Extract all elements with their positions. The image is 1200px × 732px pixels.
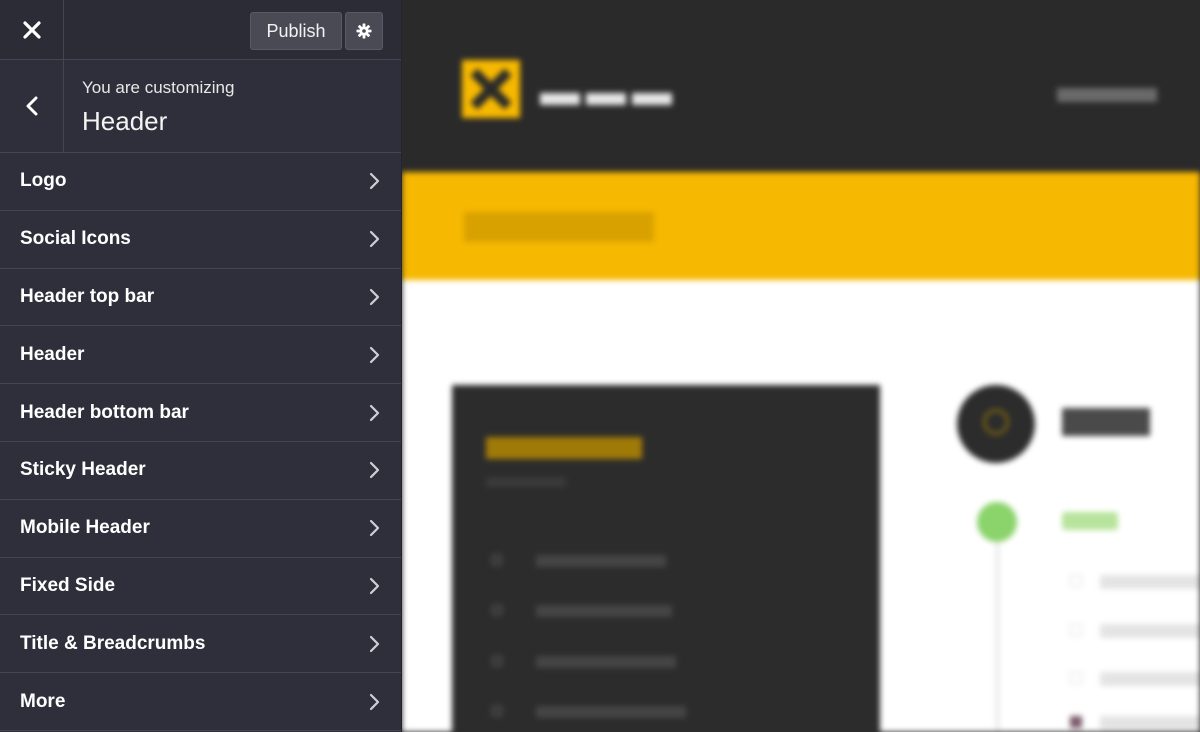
preview-page-body: [402, 280, 1200, 732]
preview-timeline-line: [996, 542, 999, 732]
chevron-right-icon: [369, 520, 380, 537]
menu-item-more[interactable]: More: [0, 673, 401, 731]
preview-sidebar-widget: [452, 385, 880, 732]
menu-item-label: Header: [20, 343, 85, 365]
site-logo-wordmark: ▬▬▬: [540, 70, 678, 114]
preview-title-banner: [402, 172, 1200, 280]
chevron-left-icon: [26, 96, 37, 116]
menu-item-label: Logo: [20, 170, 67, 192]
menu-item-header-top-bar[interactable]: Header top bar: [0, 269, 401, 327]
menu-item-header[interactable]: Header: [0, 326, 401, 385]
customizer-sidebar: Publish You are customizing Header Logo …: [0, 0, 402, 732]
chevron-right-icon: [369, 346, 380, 363]
chevron-right-icon: [369, 173, 380, 190]
menu-item-label: Mobile Header: [20, 517, 150, 539]
chevron-right-icon: [369, 404, 380, 421]
menu-item-header-bottom-bar[interactable]: Header bottom bar: [0, 384, 401, 442]
preview-status-badge: [1062, 512, 1118, 530]
preview-widget-title-placeholder: [486, 437, 642, 459]
preview-site-header: ▬▬▬: [402, 0, 1200, 172]
menu-item-label: Social Icons: [20, 228, 131, 250]
preview-banner-title-placeholder: [464, 212, 654, 242]
menu-item-fixed-side[interactable]: Fixed Side: [0, 558, 401, 616]
chevron-right-icon: [369, 693, 380, 710]
section-title: Header: [82, 106, 168, 136]
chevron-right-icon: [369, 635, 380, 652]
menu-item-social-icons[interactable]: Social Icons: [0, 211, 401, 269]
site-logo-icon: [462, 60, 520, 118]
breadcrumb: You are customizing Header: [0, 60, 401, 153]
chevron-right-icon: [369, 231, 380, 248]
menu-item-label: Header bottom bar: [20, 401, 189, 423]
close-icon: [22, 20, 41, 39]
preview-name-placeholder: [1062, 408, 1150, 436]
menu-item-title-breadcrumbs[interactable]: Title & Breadcrumbs: [0, 615, 401, 674]
publish-settings-button[interactable]: [345, 12, 383, 50]
menu-item-mobile-header[interactable]: Mobile Header: [0, 500, 401, 558]
preview-widget-subtitle-placeholder: [486, 477, 566, 487]
menu-item-label: Title & Breadcrumbs: [20, 632, 206, 654]
chevron-right-icon: [369, 288, 380, 306]
publish-button[interactable]: Publish: [250, 12, 342, 50]
menu-item-label: Sticky Header: [20, 459, 146, 481]
back-button[interactable]: [0, 60, 64, 152]
gear-icon: [356, 23, 372, 39]
menu-item-sticky-header[interactable]: Sticky Header: [0, 442, 401, 500]
preview-avatar: [957, 385, 1035, 463]
preview-nav-link: [1057, 88, 1157, 102]
site-preview[interactable]: ▬▬▬: [402, 0, 1200, 732]
breadcrumb-subtitle: You are customizing: [82, 78, 235, 97]
preview-status-dot: [977, 502, 1017, 542]
chevron-right-icon: [369, 577, 380, 595]
menu-item-label: More: [20, 690, 66, 712]
menu-item-label: Fixed Side: [20, 574, 116, 596]
close-button[interactable]: [0, 0, 64, 59]
section-menu: Logo Social Icons Header top bar Header …: [0, 153, 401, 731]
chevron-right-icon: [369, 462, 380, 479]
menu-item-label: Header top bar: [20, 285, 155, 307]
customizer-toolbar: Publish: [0, 0, 401, 60]
menu-item-logo[interactable]: Logo: [0, 153, 401, 211]
